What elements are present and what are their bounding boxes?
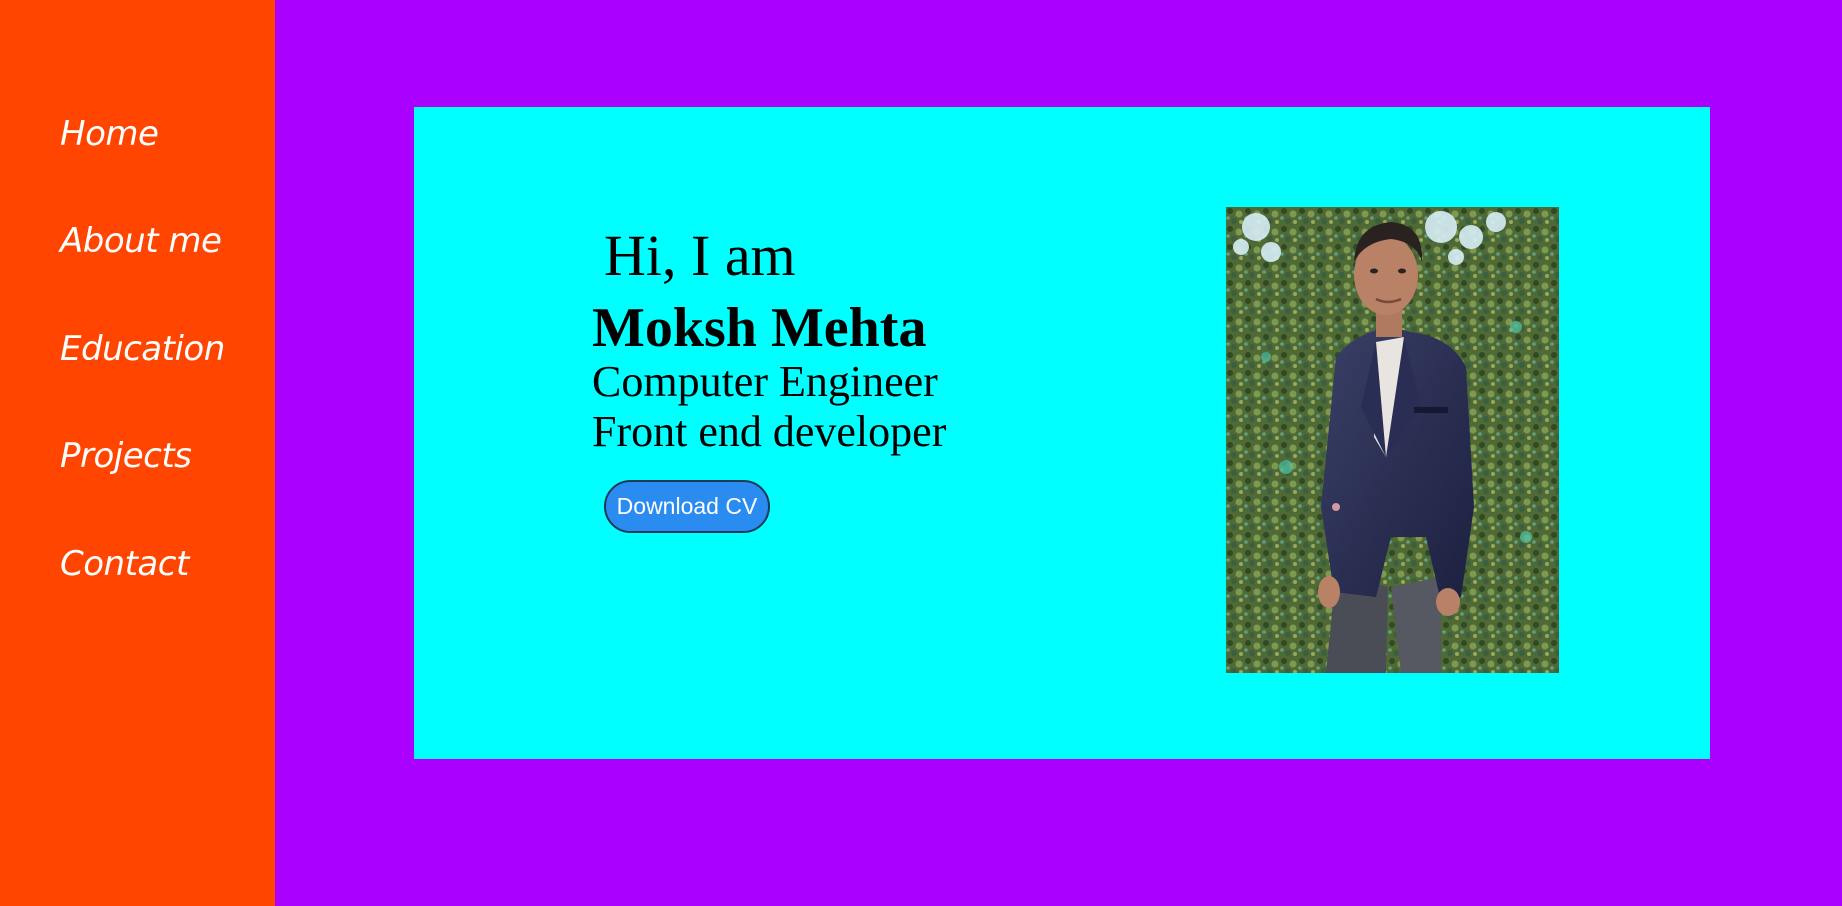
role-computer-engineer: Computer Engineer xyxy=(592,357,938,406)
nav-link-home[interactable]: Home xyxy=(60,114,159,154)
sidebar-nav: Home About me Education Projects Contact xyxy=(0,0,275,906)
role-front-end-developer: Front end developer xyxy=(592,407,947,456)
nav-link-contact[interactable]: Contact xyxy=(60,544,189,584)
hero-name: Moksh Mehta xyxy=(592,297,927,359)
hero-intro: Hi, I am Moksh Mehta Computer Engineer F… xyxy=(592,227,946,457)
greeting-text: Hi, I am xyxy=(604,223,796,288)
profile-photo xyxy=(1226,207,1559,673)
nav-link-about-me[interactable]: About me xyxy=(60,221,222,261)
nav-link-education[interactable]: Education xyxy=(60,329,225,369)
nav-link-projects[interactable]: Projects xyxy=(60,436,192,476)
download-cv-button[interactable]: Download CV xyxy=(604,480,770,533)
hero-card: Hi, I am Moksh Mehta Computer Engineer F… xyxy=(414,107,1710,759)
